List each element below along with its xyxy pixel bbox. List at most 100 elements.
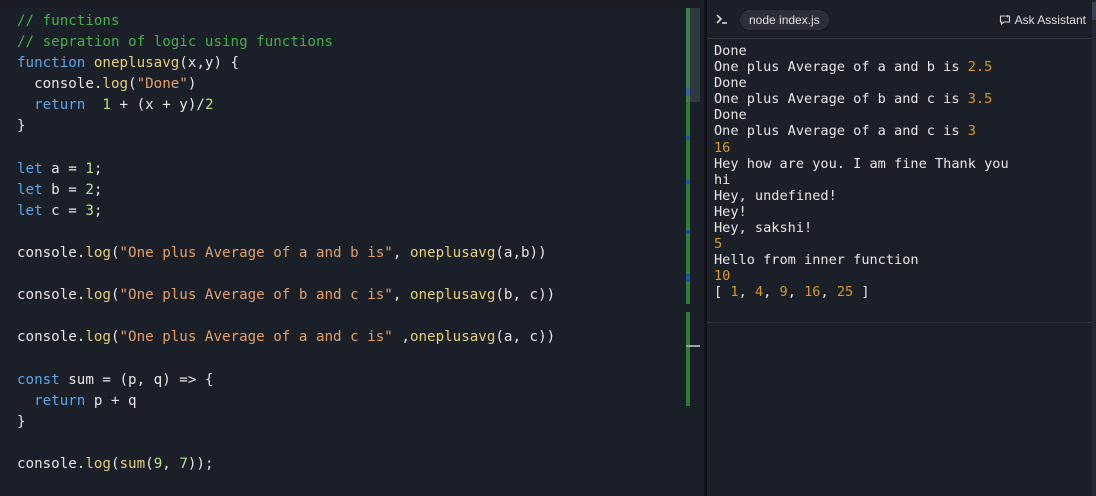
code-line[interactable]: console.log("One plus Average of a and b… bbox=[17, 243, 555, 264]
output-line: Hey how are you. I am fine Thank you bbox=[714, 156, 1009, 172]
code-token: } bbox=[17, 413, 26, 430]
output-line: Done bbox=[714, 75, 1009, 91]
output-line: Done bbox=[714, 43, 1009, 59]
output-text: hi bbox=[714, 171, 731, 188]
code-line[interactable]: const sum = (p, q) => { bbox=[17, 370, 555, 391]
scrollbar-thumb[interactable] bbox=[686, 8, 700, 102]
terminal-scrollbar[interactable] bbox=[1092, 0, 1096, 496]
terminal-header: node index.js Ask Assistant bbox=[707, 0, 1096, 39]
code-token: 3 bbox=[85, 202, 94, 219]
code-line[interactable] bbox=[17, 306, 555, 327]
output-text: [ bbox=[714, 284, 731, 301]
change-marker bbox=[686, 234, 690, 274]
code-token: 9 bbox=[153, 455, 163, 472]
code-token: 2 bbox=[204, 97, 214, 114]
output-line: Hello from inner function bbox=[714, 252, 1009, 268]
output-number: 25 bbox=[836, 284, 854, 301]
code-line[interactable]: return 1 + (x + y)/2 bbox=[17, 95, 555, 116]
code-token: "One plus Average of a and c is" bbox=[119, 329, 393, 346]
code-line[interactable]: let b = 2; bbox=[17, 180, 555, 201]
output-text: , bbox=[820, 284, 837, 301]
output-number: 5 bbox=[714, 236, 723, 253]
terminal-scrollbar-thumb[interactable] bbox=[1092, 2, 1096, 20]
output-number: 16 bbox=[804, 284, 821, 301]
output-number: 9 bbox=[779, 284, 788, 301]
code-token: ; bbox=[93, 181, 103, 198]
code-token: , bbox=[392, 329, 410, 346]
code-editor[interactable]: // functions // sepration of logic using … bbox=[0, 0, 700, 496]
code-line[interactable]: // functions bbox=[17, 11, 555, 32]
output-line: One plus Average of b and c is 3.5 bbox=[714, 91, 1009, 107]
cursor-position-marker bbox=[686, 345, 700, 347]
code-line[interactable]: function oneplusavg(x,y) { bbox=[17, 53, 555, 74]
terminal-panel[interactable]: node index.js Ask Assistant Done One plus… bbox=[707, 0, 1096, 496]
terminal-output[interactable]: Done One plus Average of a and b is 2.5 Do… bbox=[714, 43, 1009, 301]
code-line[interactable]: console.log("Done") bbox=[17, 74, 555, 95]
code-token: let bbox=[17, 202, 52, 219]
output-text: One plus Average of a and b is bbox=[714, 59, 968, 76]
output-line: One plus Average of a and c is 3 bbox=[714, 123, 1009, 139]
code-token: oneplusavg bbox=[409, 287, 496, 304]
code-token: , bbox=[392, 245, 410, 262]
code-line[interactable] bbox=[17, 264, 555, 285]
code-line[interactable] bbox=[17, 138, 555, 159]
code-token: )); bbox=[187, 455, 214, 472]
code-line[interactable]: let a = 1; bbox=[17, 159, 555, 180]
output-number: 10 bbox=[714, 268, 731, 285]
code-token: c = bbox=[51, 202, 86, 219]
code-token: log bbox=[85, 245, 111, 262]
code-line[interactable]: console.log(sum(9, 7)); bbox=[17, 454, 555, 475]
change-marker bbox=[686, 282, 690, 304]
code-line[interactable] bbox=[17, 433, 555, 454]
code-token: a = bbox=[51, 160, 86, 177]
code-token: oneplusavg bbox=[409, 329, 496, 346]
code-line[interactable]: } bbox=[17, 412, 555, 433]
code-line[interactable]: } bbox=[17, 116, 555, 137]
output-text: Hey! bbox=[714, 203, 747, 220]
code-line[interactable]: console.log("One plus Average of b and c… bbox=[17, 285, 555, 306]
code-token: b = bbox=[51, 181, 86, 198]
code-line[interactable]: console.log("One plus Average of a and c… bbox=[17, 327, 555, 348]
code-token: let bbox=[17, 160, 52, 177]
output-text: One plus Average of b and c is bbox=[714, 91, 968, 108]
code-token: "Done" bbox=[136, 76, 188, 93]
output-text: Done bbox=[714, 107, 747, 124]
code-token: ( bbox=[145, 455, 154, 472]
code-token: (b, c)) bbox=[495, 287, 556, 304]
code-line[interactable]: let c = 3; bbox=[17, 201, 555, 222]
chevron-terminal-icon bbox=[715, 12, 729, 26]
output-text: , bbox=[763, 284, 780, 301]
code-token: console. bbox=[17, 329, 86, 346]
code-line[interactable]: // sepration of logic using functions bbox=[17, 32, 555, 53]
code-token: console. bbox=[17, 455, 86, 472]
output-text: ] bbox=[853, 284, 870, 301]
code-token: ; bbox=[93, 160, 103, 177]
tab-node-index[interactable]: node index.js bbox=[740, 10, 829, 30]
ask-assistant-button[interactable]: Ask Assistant bbox=[999, 11, 1086, 29]
code-token: "One plus Average of b and c is" bbox=[119, 287, 393, 304]
code-line[interactable] bbox=[17, 349, 555, 370]
output-text: Done bbox=[714, 75, 747, 92]
code-token: function bbox=[17, 55, 94, 72]
code-token: return bbox=[17, 97, 103, 114]
code-token: 2 bbox=[85, 181, 94, 198]
code-token: ( bbox=[110, 329, 120, 346]
code-token: oneplusavg bbox=[409, 245, 496, 262]
code-token: console. bbox=[17, 76, 103, 93]
code-token: 1 bbox=[85, 160, 94, 177]
code-area[interactable]: // functions // sepration of logic using … bbox=[17, 11, 555, 475]
code-token: , bbox=[162, 455, 180, 472]
code-token: console. bbox=[17, 287, 86, 304]
ask-assistant-label: Ask Assistant bbox=[1014, 13, 1086, 27]
code-token: "One plus Average of a and b is" bbox=[119, 245, 393, 262]
code-line[interactable] bbox=[17, 222, 555, 243]
output-line: Hey, sakshi! bbox=[714, 220, 1009, 236]
output-line: hi bbox=[714, 172, 1009, 188]
code-token: // sepration of logic using functions bbox=[17, 34, 334, 51]
terminal-separator bbox=[707, 322, 1096, 323]
code-line[interactable]: return p + q bbox=[17, 391, 555, 412]
output-text: Hello from inner function bbox=[714, 252, 919, 269]
code-token: 7 bbox=[179, 455, 188, 472]
output-number: 3.5 bbox=[967, 91, 993, 108]
output-number: 3 bbox=[967, 123, 976, 140]
